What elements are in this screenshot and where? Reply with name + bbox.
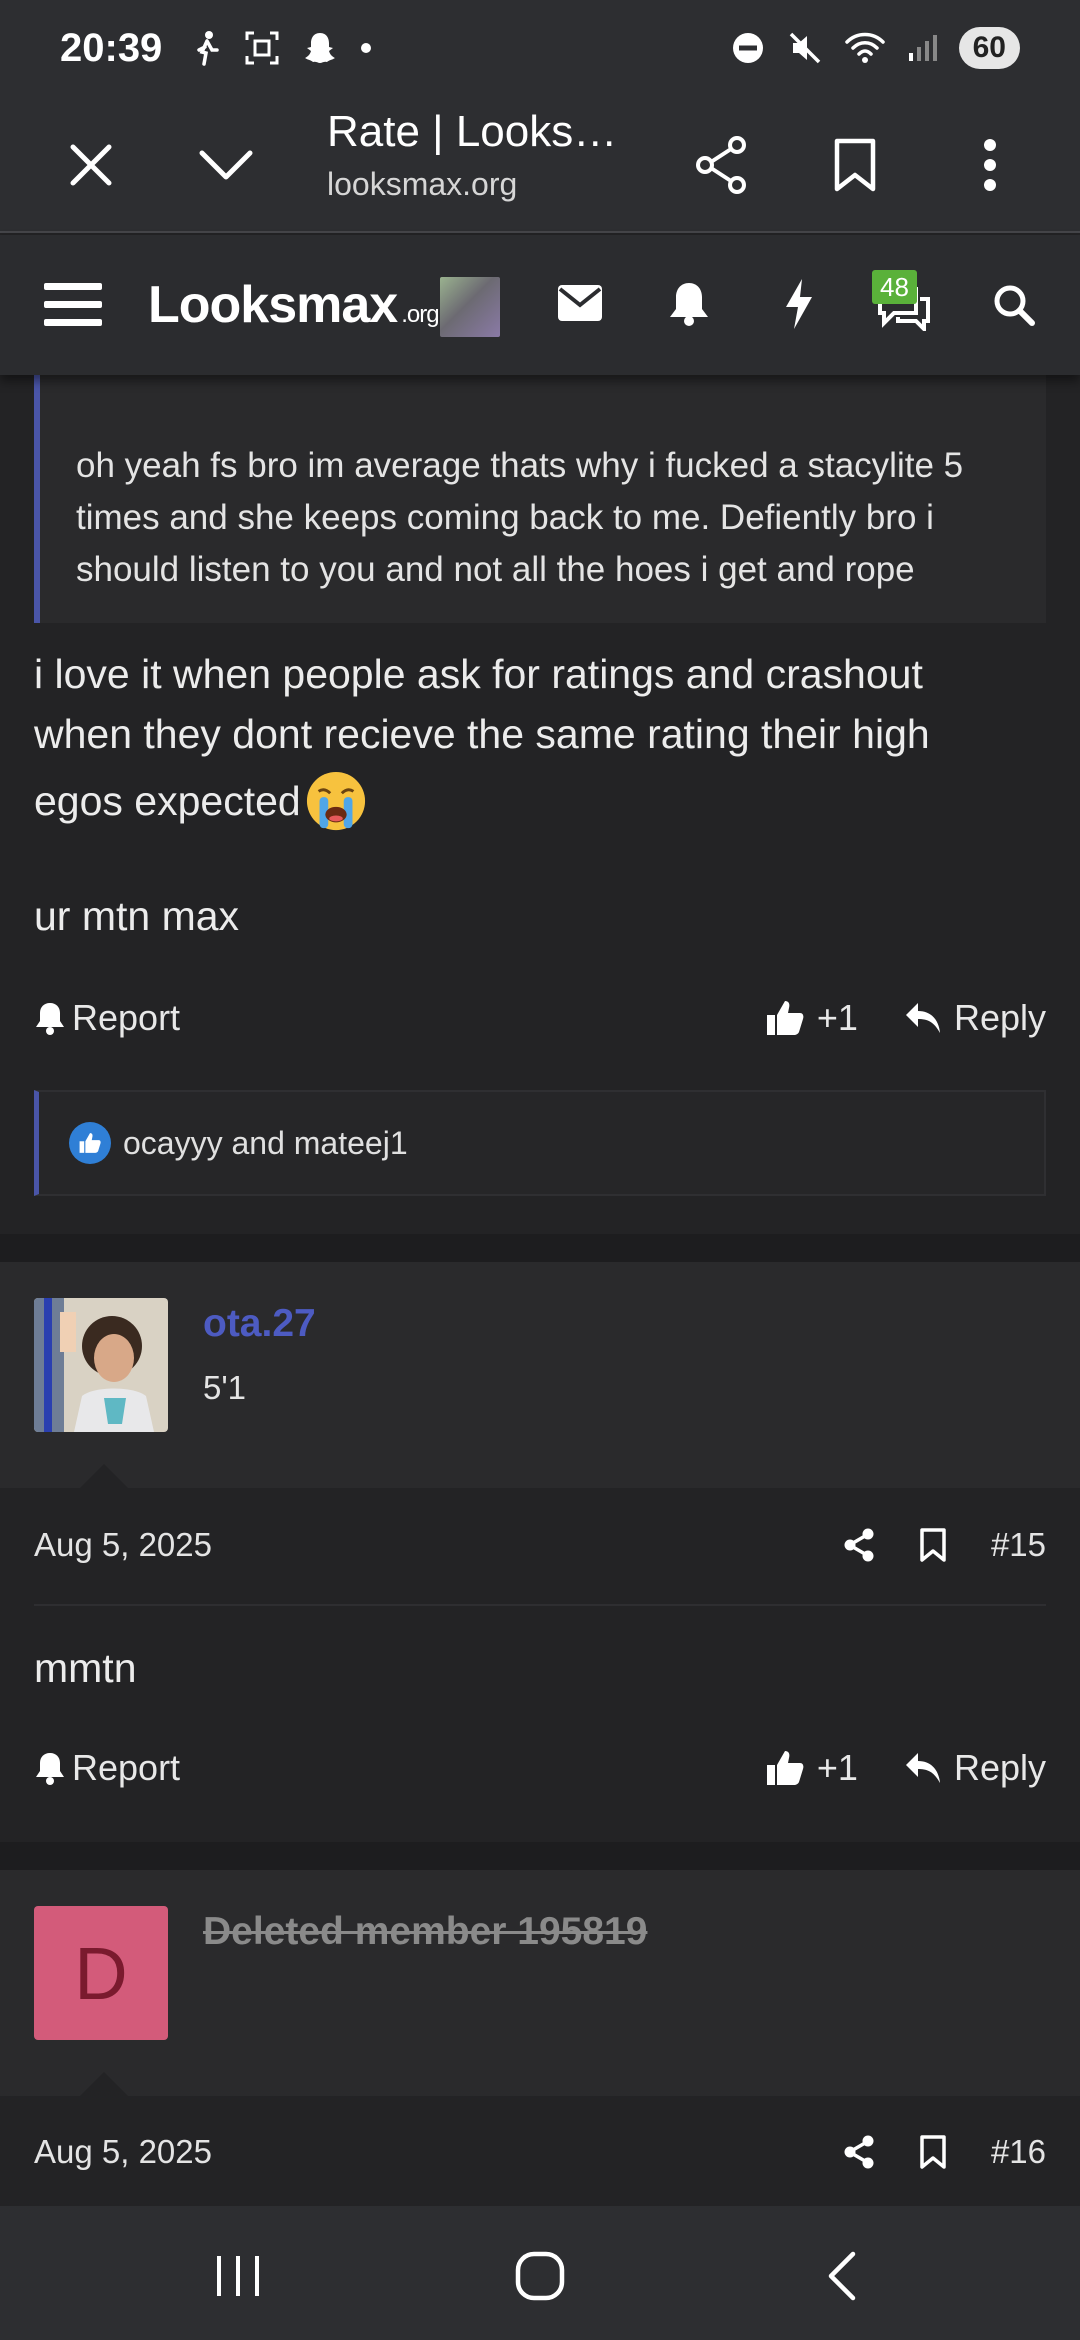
close-icon — [70, 144, 112, 185]
post-body-line: i love it when people ask for ratings an… — [34, 651, 923, 697]
site-header: Looksmax .org 48 — [0, 235, 1080, 375]
more-options-button[interactable] — [940, 96, 1040, 233]
recent-apps-icon — [217, 2256, 259, 2296]
home-button[interactable] — [500, 2236, 580, 2316]
post-body-line-emoji: egos expected — [34, 770, 367, 832]
post-body: mmtn — [34, 1645, 137, 1691]
mail-icon[interactable] — [558, 285, 602, 321]
do-not-disturb-icon — [732, 33, 763, 63]
bookmark-button[interactable] — [805, 96, 905, 233]
reactions-users: ocayyy and mateej1 — [123, 1124, 408, 1161]
dot-icon — [361, 43, 372, 53]
status-time: 20:39 — [60, 25, 163, 70]
close-tab-button[interactable] — [41, 96, 141, 233]
post-separator — [0, 1234, 1080, 1262]
post-body-line: when they dont recieve the same rating t… — [34, 711, 930, 757]
hamburger-menu-icon[interactable] — [44, 281, 102, 329]
username[interactable]: ota.27 — [203, 1302, 316, 1346]
snapchat-icon — [305, 33, 336, 63]
bookmark-icon[interactable] — [919, 1528, 947, 1562]
page-title: Rate | Looks… — [327, 107, 618, 156]
back-icon — [828, 2251, 856, 2301]
url-block[interactable]: Rate | Looks… looksmax.org — [327, 102, 617, 206]
screenshot-icon — [245, 31, 279, 65]
bell-icon — [36, 1003, 64, 1035]
user-avatar[interactable] — [34, 1298, 168, 1432]
user-avatar-small[interactable] — [440, 277, 500, 337]
search-icon[interactable] — [992, 283, 1036, 327]
user-title: 5'1 — [203, 1369, 247, 1406]
recent-apps-button[interactable] — [198, 2236, 278, 2316]
share-button[interactable] — [671, 96, 771, 233]
post-body-line: ur mtn max — [34, 893, 240, 939]
chevron-down-icon — [199, 150, 253, 179]
bell-icon — [36, 1753, 64, 1785]
notifications-badge: 48 — [872, 270, 917, 304]
deleted-user-avatar: D — [34, 1906, 168, 2040]
share-icon — [696, 135, 746, 194]
quote-text: oh yeah fs bro im average thats why i fu… — [76, 446, 964, 589]
post-date[interactable]: Aug 5, 2025 — [34, 1526, 212, 1564]
post-number[interactable]: #16 — [991, 2133, 1046, 2171]
thumbs-up-icon — [766, 1751, 804, 1785]
share-icon[interactable] — [843, 2135, 875, 2169]
thumbs-up-icon — [766, 1001, 804, 1035]
post-number[interactable]: #15 — [991, 1526, 1046, 1564]
reply-button[interactable]: Reply — [904, 1747, 1046, 1789]
report-button[interactable]: Report — [34, 1747, 180, 1789]
wifi-icon — [844, 32, 885, 63]
post-meta: Aug 5, 2025 #16 — [34, 2122, 1046, 2182]
back-button[interactable] — [802, 2236, 882, 2316]
post-actions: Report +1 Reply — [34, 988, 1046, 1048]
like-button[interactable]: +1 — [765, 1747, 858, 1789]
bell-icon[interactable] — [668, 281, 710, 327]
report-button[interactable]: Report — [34, 997, 180, 1039]
mute-icon — [789, 32, 820, 64]
post-actions: Report +1 Reply — [34, 1738, 1046, 1798]
lightning-icon[interactable] — [784, 279, 814, 329]
like-button[interactable]: +1 — [765, 997, 858, 1039]
like-reaction-icon — [69, 1122, 111, 1164]
post-caret — [80, 2072, 128, 2096]
bookmark-icon — [834, 138, 876, 191]
system-nav-bar — [0, 2206, 1080, 2340]
signal-icon — [908, 35, 937, 61]
page-url: looksmax.org — [327, 166, 518, 202]
browser-toolbar: Rate | Looks… looksmax.org — [0, 96, 1080, 233]
reply-button[interactable]: Reply — [904, 997, 1046, 1039]
deleted-username: Deleted member 195819 — [203, 1910, 648, 1953]
loudly-crying-emoji-icon — [306, 771, 365, 831]
post-date[interactable]: Aug 5, 2025 — [34, 2133, 212, 2171]
status-bar: 20:39 60 — [0, 0, 1080, 96]
battery-level: 60 — [958, 27, 1020, 69]
home-icon — [515, 2251, 565, 2301]
post-separator — [0, 1842, 1080, 1870]
site-logo[interactable]: Looksmax .org — [148, 275, 440, 335]
bookmark-icon[interactable] — [919, 2135, 947, 2169]
post-meta: Aug 5, 2025 #15 — [34, 1515, 1046, 1575]
more-vertical-icon — [984, 138, 996, 191]
reply-icon — [905, 1003, 940, 1033]
post-caret — [80, 1464, 128, 1488]
reactions-bar[interactable]: ocayyy and mateej1 — [34, 1090, 1046, 1196]
share-icon[interactable] — [843, 1528, 875, 1562]
divider — [34, 1604, 1046, 1606]
reply-icon — [905, 1753, 940, 1783]
walking-icon — [197, 31, 220, 66]
minimize-button[interactable] — [176, 96, 276, 233]
